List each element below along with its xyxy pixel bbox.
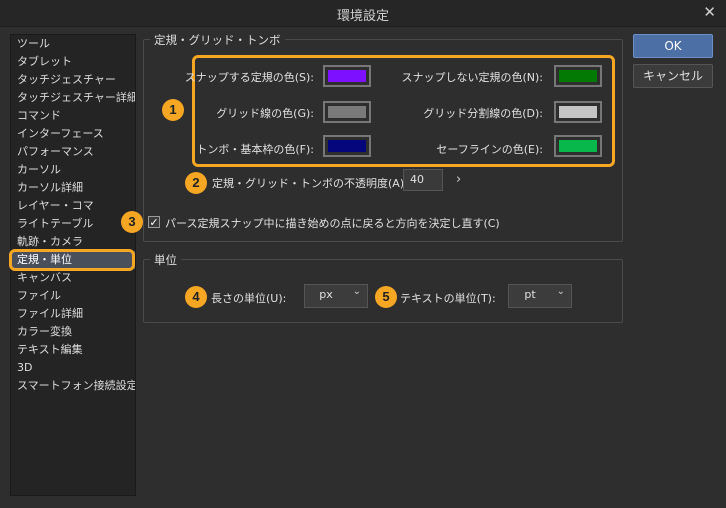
sidebar-item[interactable]: ファイル (11, 287, 135, 305)
sidebar-item[interactable]: タッチジェスチャー詳細 (11, 89, 135, 107)
badge-1: 1 (162, 99, 184, 121)
ruler-group-title: 定規・グリッド・トンボ (150, 32, 285, 48)
sidebar-item[interactable]: ライトテーブル (11, 215, 135, 233)
chevron-down-icon: ⌄ (556, 286, 565, 297)
opacity-input[interactable]: 40 (403, 169, 443, 191)
opacity-slider-arrow-icon[interactable]: › (456, 172, 461, 187)
badge-5: 5 (375, 286, 397, 308)
badge-3: 3 (121, 211, 143, 233)
safe-line-color-label: セーフラインの色(E): (436, 143, 543, 156)
sidebar-item[interactable]: 軌跡・カメラ (11, 233, 135, 251)
grid-division-color-swatch[interactable] (554, 101, 602, 123)
close-icon[interactable]: ✕ (703, 3, 716, 21)
sidebar-item[interactable]: インターフェース (11, 125, 135, 143)
sidebar-item[interactable]: カラー変換 (11, 323, 135, 341)
tombo-color-fill (328, 140, 366, 152)
chevron-down-icon: ⌄ (352, 286, 361, 297)
grid_div-color-fill (559, 106, 597, 118)
sidebar-item[interactable]: 定規・単位 (11, 251, 135, 269)
sidebar-item[interactable]: コマンド (11, 107, 135, 125)
text-unit-value: pt (524, 288, 536, 301)
badge-4: 4 (185, 286, 207, 308)
opacity-label: 定規・グリッド・トンボの不透明度(A): (212, 177, 408, 190)
length-unit-value: px (319, 288, 333, 301)
perspective-snap-checkbox[interactable]: ✓ (148, 216, 160, 228)
sidebar-item[interactable]: ファイル詳細 (11, 305, 135, 323)
length-unit-select[interactable]: px ⌄ (304, 284, 368, 308)
text-unit-select[interactable]: pt ⌄ (508, 284, 572, 308)
sidebar-item[interactable]: タブレット (11, 53, 135, 71)
sidebar-item[interactable]: テキスト編集 (11, 341, 135, 359)
nosnap-ruler-color-label: スナップしない定規の色(N): (401, 71, 543, 84)
sidebar-item[interactable]: タッチジェスチャー (11, 71, 135, 89)
grid-color-swatch[interactable] (323, 101, 371, 123)
perspective-snap-label: パース定規スナップ中に描き始めの点に戻ると方向を決定し直す(C) (165, 217, 500, 230)
tombo-frame-color-label: トンボ・基本枠の色(F): (196, 143, 314, 156)
snap-color-fill (328, 70, 366, 82)
sidebar-item[interactable]: ツール (11, 35, 135, 53)
sidebar-item[interactable]: 3D (11, 359, 135, 377)
tombo-frame-color-swatch[interactable] (323, 135, 371, 157)
sidebar-item[interactable]: カーソル詳細 (11, 179, 135, 197)
safe-line-color-swatch[interactable] (554, 135, 602, 157)
length-unit-label: 長さの単位(U): (211, 292, 287, 305)
category-list[interactable]: ツール タブレット タッチジェスチャー タッチジェスチャー詳細 コマンド インターフェース… (10, 34, 136, 496)
sidebar-item[interactable]: キャンバス (11, 269, 135, 287)
nosnap-ruler-color-swatch[interactable] (554, 65, 602, 87)
snap-ruler-color-swatch[interactable] (323, 65, 371, 87)
safe-color-fill (559, 140, 597, 152)
text-unit-label: テキストの単位(T): (400, 292, 496, 305)
sidebar-item[interactable]: スマートフォン接続設定 (11, 377, 135, 395)
cancel-button[interactable]: キャンセル (633, 64, 713, 88)
grid-division-color-label: グリッド分割線の色(D): (423, 107, 543, 120)
window-title: 環境設定 (336, 9, 389, 24)
grid-color-label: グリッド線の色(G): (216, 107, 314, 120)
snap-ruler-color-label: スナップする定規の色(S): (184, 71, 314, 84)
title-bar: 環境設定 ✕ (0, 0, 726, 27)
nosnap-color-fill (559, 70, 597, 82)
grid-color-fill (328, 106, 366, 118)
unit-group-title: 単位 (150, 252, 181, 268)
sidebar-item[interactable]: カーソル (11, 161, 135, 179)
sidebar-item[interactable]: レイヤー・コマ (11, 197, 135, 215)
badge-2: 2 (185, 172, 207, 194)
sidebar-item[interactable]: パフォーマンス (11, 143, 135, 161)
ok-button[interactable]: OK (633, 34, 713, 58)
